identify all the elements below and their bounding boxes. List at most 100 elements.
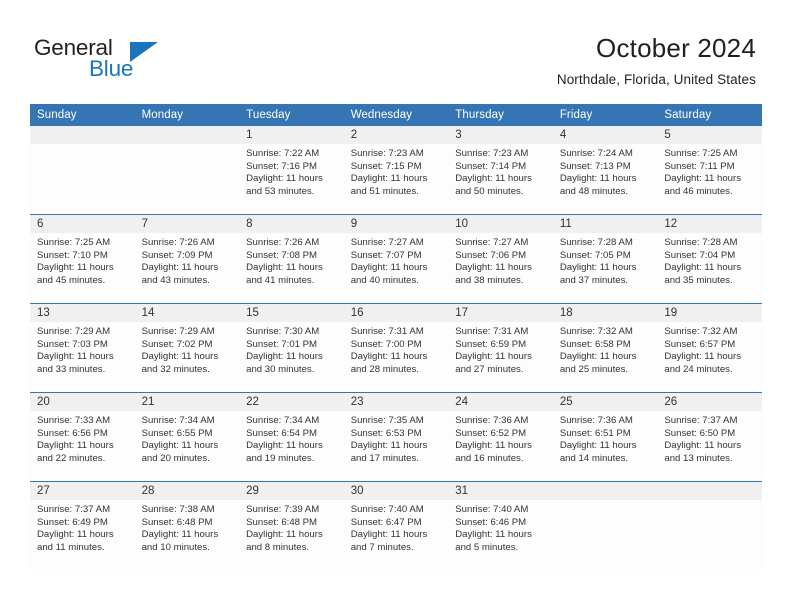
- calendar-day-cell[interactable]: 18 Sunrise: 7:32 AM Sunset: 6:58 PM Dayligh…: [552, 303, 658, 393]
- calendar-day-cell[interactable]: 31 Sunrise: 7:40 AM Sunset: 6:46 PM Dayligh…: [448, 481, 553, 570]
- day-cell-inner: 7 Sunrise: 7:26 AM Sunset: 7:09 PM Daylight…: [134, 215, 240, 303]
- day-number: 22: [239, 393, 344, 411]
- calendar-day-cell[interactable]: 10 Sunrise: 7:27 AM Sunset: 7:06 PM Dayligh…: [448, 214, 553, 304]
- daylight-duration-line1: Daylight: 11 hours: [141, 440, 219, 452]
- weekday-header-tuesday: Tuesday: [239, 104, 344, 126]
- day-cell-details: Sunrise: 7:37 AM Sunset: 6:50 PM Daylight:…: [657, 411, 762, 465]
- sunrise-time: Sunrise: 7:36 AM: [455, 415, 529, 426]
- day-number: 3: [448, 126, 553, 144]
- day-cell-inner: 13 Sunrise: 7:29 AM Sunset: 7:03 PM Dayligh…: [30, 304, 135, 392]
- sunset-time: Sunset: 6:50 PM: [664, 427, 736, 439]
- day-number: 20: [30, 393, 135, 411]
- day-cell-inner: 11 Sunrise: 7:28 AM Sunset: 7:05 PM Dayligh…: [552, 215, 658, 303]
- calendar-day-cell[interactable]: 17 Sunrise: 7:31 AM Sunset: 6:59 PM Dayligh…: [448, 303, 553, 393]
- calendar-day-cell[interactable]: 23 Sunrise: 7:35 AM Sunset: 6:53 PM Dayligh…: [343, 392, 449, 482]
- daylight-duration-line2: and 33 minutes.: [37, 363, 106, 375]
- calendar-day-cell[interactable]: 27 Sunrise: 7:37 AM Sunset: 6:49 PM Dayligh…: [30, 481, 135, 570]
- calendar-day-cell[interactable]: 20 Sunrise: 7:33 AM Sunset: 6:56 PM Dayligh…: [30, 392, 135, 482]
- day-cell-inner: 28 Sunrise: 7:38 AM Sunset: 6:48 PM Dayligh…: [134, 482, 240, 570]
- sunrise-time: Sunrise: 7:25 AM: [37, 237, 111, 248]
- weekday-header-sunday: Sunday: [30, 104, 135, 126]
- daylight-duration-line1: Daylight: 11 hours: [559, 440, 637, 452]
- sunset-time: Sunset: 7:06 PM: [455, 249, 527, 261]
- daylight-duration-line2: and 10 minutes.: [141, 541, 210, 553]
- calendar-day-cell[interactable]: 8 Sunrise: 7:26 AM Sunset: 7:08 PM Daylight…: [239, 214, 344, 304]
- calendar-day-cell[interactable]: 25 Sunrise: 7:36 AM Sunset: 6:51 PM Dayligh…: [552, 392, 658, 482]
- calendar-week-row: 1 Sunrise: 7:22 AM Sunset: 7:16 PM Daylight…: [30, 126, 762, 215]
- calendar-day-cell[interactable]: 11 Sunrise: 7:28 AM Sunset: 7:05 PM Dayligh…: [552, 214, 658, 304]
- calendar-day-cell[interactable]: 12 Sunrise: 7:28 AM Sunset: 7:04 PM Dayligh…: [657, 214, 762, 304]
- sunrise-time: Sunrise: 7:33 AM: [37, 415, 111, 426]
- sunset-time: Sunset: 7:13 PM: [559, 160, 631, 172]
- day-number: 28: [134, 482, 240, 500]
- calendar-day-cell[interactable]: 6 Sunrise: 7:25 AM Sunset: 7:10 PM Daylight…: [30, 214, 135, 304]
- daylight-duration-line2: and 45 minutes.: [37, 274, 106, 286]
- daylight-duration-line1: Daylight: 11 hours: [559, 173, 637, 185]
- daylight-duration-line2: and 25 minutes.: [559, 363, 629, 375]
- calendar-day-cell[interactable]: 19 Sunrise: 7:32 AM Sunset: 6:57 PM Dayligh…: [657, 303, 762, 393]
- calendar-day-cell[interactable]: 28 Sunrise: 7:38 AM Sunset: 6:48 PM Dayligh…: [134, 481, 240, 570]
- day-cell-details: Sunrise: 7:33 AM Sunset: 6:56 PM Daylight:…: [30, 411, 135, 465]
- daylight-duration-line2: and 35 minutes.: [664, 274, 733, 286]
- calendar-day-cell[interactable]: 21 Sunrise: 7:34 AM Sunset: 6:55 PM Dayligh…: [134, 392, 240, 482]
- daylight-duration-line1: Daylight: 11 hours: [664, 351, 741, 363]
- calendar-day-cell[interactable]: 22 Sunrise: 7:34 AM Sunset: 6:54 PM Dayligh…: [239, 392, 344, 482]
- day-cell-details: [553, 500, 658, 504]
- day-number: 11: [552, 215, 658, 233]
- day-cell-inner: 10 Sunrise: 7:27 AM Sunset: 7:06 PM Dayligh…: [448, 215, 553, 303]
- day-number: 14: [134, 304, 240, 322]
- daylight-duration-line1: Daylight: 11 hours: [350, 440, 428, 452]
- calendar-day-cell[interactable]: 1 Sunrise: 7:22 AM Sunset: 7:16 PM Daylight…: [239, 126, 344, 215]
- day-number: 13: [30, 304, 135, 322]
- daylight-duration-line1: Daylight: 11 hours: [246, 440, 323, 452]
- calendar-day-cell[interactable]: 9 Sunrise: 7:27 AM Sunset: 7:07 PM Daylight…: [343, 214, 449, 304]
- calendar-day-cell[interactable]: 7 Sunrise: 7:26 AM Sunset: 7:09 PM Daylight…: [134, 214, 240, 304]
- day-cell-inner: 31 Sunrise: 7:40 AM Sunset: 6:46 PM Dayligh…: [448, 482, 553, 570]
- calendar-day-cell[interactable]: 13 Sunrise: 7:29 AM Sunset: 7:03 PM Dayligh…: [30, 303, 135, 393]
- calendar-day-cell[interactable]: 16 Sunrise: 7:31 AM Sunset: 7:00 PM Dayligh…: [343, 303, 449, 393]
- day-number: 7: [134, 215, 240, 233]
- day-cell-details: Sunrise: 7:28 AM Sunset: 7:04 PM Daylight:…: [657, 233, 762, 287]
- calendar-day-cell[interactable]: 26 Sunrise: 7:37 AM Sunset: 6:50 PM Dayligh…: [657, 392, 762, 482]
- calendar-day-cell[interactable]: 15 Sunrise: 7:30 AM Sunset: 7:01 PM Dayligh…: [239, 303, 344, 393]
- daylight-duration-line1: Daylight: 11 hours: [350, 351, 428, 363]
- sunset-time: Sunset: 6:53 PM: [350, 427, 422, 439]
- sunset-time: Sunset: 7:00 PM: [350, 338, 422, 350]
- sunrise-time: Sunrise: 7:32 AM: [559, 326, 633, 337]
- day-number: 5: [657, 126, 762, 144]
- daylight-duration-line1: Daylight: 11 hours: [664, 440, 741, 452]
- daylight-duration-line2: and 17 minutes.: [350, 452, 419, 464]
- day-cell-inner: 23 Sunrise: 7:35 AM Sunset: 6:53 PM Dayligh…: [343, 393, 449, 481]
- daylight-duration-line1: Daylight: 11 hours: [455, 173, 532, 185]
- day-cell-details: Sunrise: 7:30 AM Sunset: 7:01 PM Daylight:…: [239, 322, 344, 376]
- weekday-header-monday: Monday: [134, 104, 240, 126]
- day-cell-details: Sunrise: 7:23 AM Sunset: 7:14 PM Daylight:…: [448, 144, 553, 198]
- day-number: 19: [657, 304, 762, 322]
- calendar-day-cell[interactable]: 24 Sunrise: 7:36 AM Sunset: 6:52 PM Dayligh…: [448, 392, 553, 482]
- day-number: 17: [448, 304, 553, 322]
- brand-logo[interactable]: General Blue: [34, 36, 244, 88]
- calendar-day-cell[interactable]: 14 Sunrise: 7:29 AM Sunset: 7:02 PM Dayligh…: [134, 303, 240, 393]
- daylight-duration-line1: Daylight: 11 hours: [350, 262, 428, 274]
- sunset-time: Sunset: 6:58 PM: [559, 338, 631, 350]
- day-cell-details: Sunrise: 7:36 AM Sunset: 6:52 PM Daylight:…: [448, 411, 553, 465]
- sunset-time: Sunset: 7:10 PM: [37, 249, 108, 261]
- calendar-day-cell[interactable]: 5 Sunrise: 7:25 AM Sunset: 7:11 PM Daylight…: [657, 126, 762, 215]
- day-cell-details: Sunrise: 7:34 AM Sunset: 6:54 PM Daylight:…: [239, 411, 344, 465]
- calendar-week-row: 13 Sunrise: 7:29 AM Sunset: 7:03 PM Dayligh…: [30, 303, 762, 393]
- calendar-day-cell[interactable]: 29 Sunrise: 7:39 AM Sunset: 6:48 PM Dayligh…: [239, 481, 344, 570]
- calendar-day-cell[interactable]: 30 Sunrise: 7:40 AM Sunset: 6:47 PM Dayligh…: [343, 481, 449, 570]
- calendar-day-cell[interactable]: 4 Sunrise: 7:24 AM Sunset: 7:13 PM Daylight…: [552, 126, 658, 215]
- daylight-duration-line1: Daylight: 11 hours: [246, 262, 323, 274]
- day-cell-inner: 19 Sunrise: 7:32 AM Sunset: 6:57 PM Dayligh…: [657, 304, 762, 392]
- daylight-duration-line2: and 11 minutes.: [37, 541, 105, 553]
- calendar-day-cell[interactable]: 2 Sunrise: 7:23 AM Sunset: 7:15 PM Daylight…: [343, 126, 449, 215]
- day-number: [552, 482, 658, 500]
- day-cell-inner: [657, 482, 762, 570]
- calendar-day-cell[interactable]: 3 Sunrise: 7:23 AM Sunset: 7:14 PM Daylight…: [448, 126, 553, 215]
- daylight-duration-line1: Daylight: 11 hours: [246, 529, 323, 541]
- day-number: 29: [239, 482, 344, 500]
- day-cell-details: Sunrise: 7:35 AM Sunset: 6:53 PM Daylight:…: [344, 411, 449, 465]
- day-cell-details: Sunrise: 7:27 AM Sunset: 7:07 PM Daylight:…: [344, 233, 449, 287]
- daylight-duration-line1: Daylight: 11 hours: [664, 262, 741, 274]
